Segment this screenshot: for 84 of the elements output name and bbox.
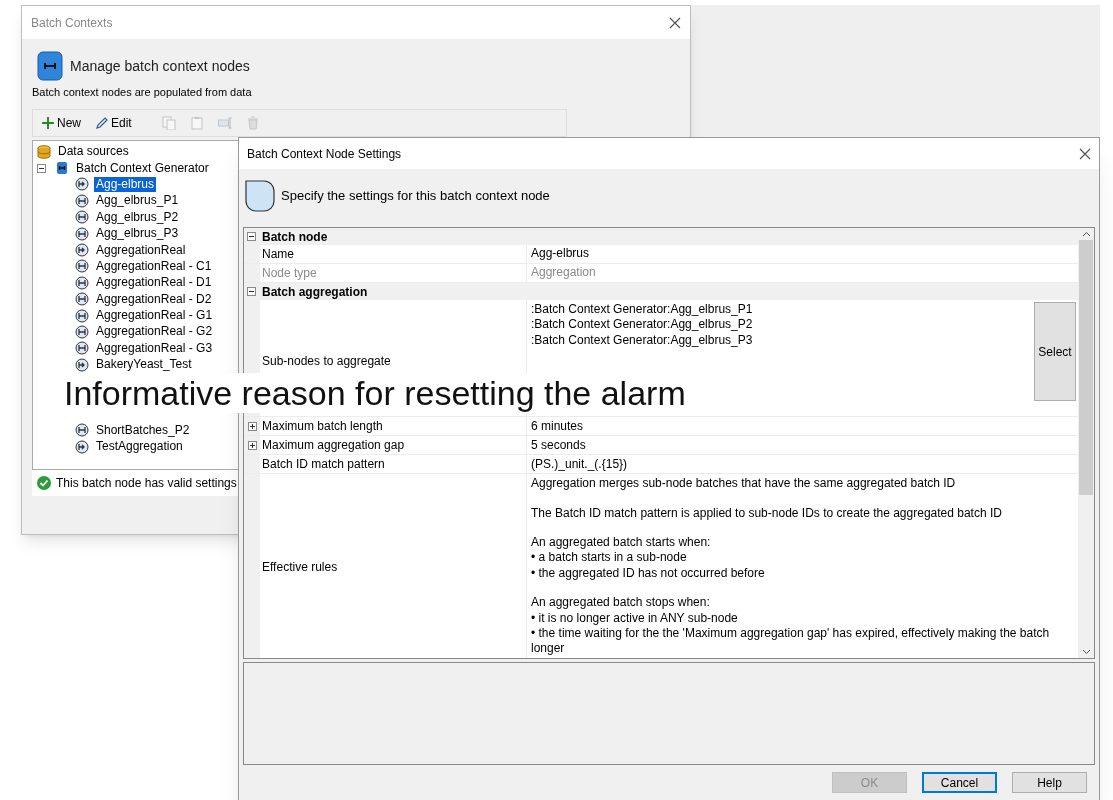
- property-value: :Batch Context Generator:Agg_elbrus_P1: [531, 302, 754, 318]
- batch-node-icon: [75, 341, 89, 356]
- property-value: • the time waiting for the the 'Maximum aggregation gap' has expired, effectively making the batch longer: [531, 626, 1051, 657]
- section-heading: Batch node: [262, 228, 328, 246]
- batch-generator-icon: [55, 161, 69, 176]
- close-icon: [669, 16, 681, 29]
- property-value: • a batch starts in a sub-node: [531, 550, 688, 566]
- scroll-down-icon: [1081, 649, 1091, 655]
- property-value: Agg-elbrus: [531, 246, 591, 262]
- property-value: • the aggregated ID has not occurred before: [531, 565, 766, 582]
- rename-icon: [217, 115, 232, 130]
- pencil-icon: [95, 115, 109, 130]
- window-title: Batch Context Node Settings: [247, 145, 402, 163]
- aggregation-node-icon: [75, 177, 89, 192]
- select-button[interactable]: Select: [1034, 302, 1076, 401]
- batch-node-icon: [75, 259, 89, 274]
- tree-item[interactable]: AggregationReal - G2: [94, 324, 215, 340]
- batch-node-icon: [75, 210, 89, 225]
- tree-item[interactable]: TestAggregation: [94, 439, 185, 455]
- clipboard-icon: [189, 115, 204, 130]
- dialog-heading: Manage batch context nodes: [70, 56, 250, 76]
- dialog-button[interactable]: Cancel: [922, 772, 997, 793]
- copy-icon: [161, 115, 176, 130]
- edit-button[interactable]: Edit: [95, 113, 132, 132]
- property-value: An aggregated batch starts when:: [531, 535, 712, 551]
- property-label: Batch ID match pattern: [262, 456, 385, 474]
- new-button[interactable]: New: [41, 113, 81, 132]
- aggregation-node-icon: [75, 243, 89, 258]
- batch-database-icon: [37, 51, 63, 81]
- batch-node-icon: [75, 226, 89, 241]
- property-value: :Batch Context Generator:Agg_elbrus_P3: [531, 332, 754, 349]
- batch-node-icon: [75, 308, 89, 323]
- window-title: Batch Contexts: [31, 14, 113, 32]
- property-label: Maximum aggregation gap: [262, 437, 405, 455]
- tree-item[interactable]: Agg-elbrus: [94, 176, 157, 192]
- property-value: 5 seconds: [531, 437, 587, 453]
- tree-item[interactable]: Data sources: [56, 144, 131, 160]
- close-icon: [1079, 147, 1091, 160]
- batch-node-icon: [75, 423, 89, 438]
- property-label: Sub-nodes to aggregate: [262, 353, 391, 370]
- tree-item[interactable]: ShortBatches_P2: [94, 422, 192, 438]
- property-value: Aggregation merges sub-node batches that have the same aggregated batch ID: [531, 476, 957, 492]
- property-label: Node type: [262, 265, 317, 282]
- tree-item[interactable]: BakeryYeast_Test: [94, 357, 194, 373]
- tree-item[interactable]: AggregationReal - D2: [94, 291, 214, 307]
- property-value: An aggregated batch stops when:: [531, 595, 711, 611]
- tree-item[interactable]: AggregationReal - G1: [94, 308, 215, 324]
- tree-item[interactable]: Agg_elbrus_P2: [94, 209, 181, 225]
- status-message: This batch node has valid settings: [56, 474, 237, 492]
- property-label: Maximum batch length: [262, 418, 383, 436]
- scroll-up-icon: [1081, 231, 1091, 237]
- database-icon: [37, 144, 51, 159]
- check-circle-icon: [37, 475, 51, 490]
- dialog-button[interactable]: Help: [1012, 772, 1087, 793]
- trash-icon: [245, 115, 260, 130]
- property-value: :Batch Context Generator:Agg_elbrus_P2: [531, 317, 754, 333]
- batch-node-icon: [75, 275, 89, 290]
- section-heading: Batch aggregation: [262, 283, 368, 301]
- plus-icon: [41, 115, 55, 130]
- batch-node-icon: [75, 325, 89, 339]
- tree-item[interactable]: AggregationReal - D1: [94, 275, 214, 291]
- property-label: Name: [262, 246, 294, 263]
- dialog-heading: Specify the settings for this batch context node: [281, 186, 550, 205]
- aggregation-node-icon: [75, 357, 89, 372]
- property-value: The Batch ID match pattern is applied to sub-node IDs to create the aggregated batch ID: [531, 505, 1003, 522]
- tree-item[interactable]: AggregationReal: [94, 242, 188, 258]
- tree-item[interactable]: Batch Context Generator: [74, 160, 211, 176]
- property-value: • it is no longer active in ANY sub-node: [531, 610, 739, 627]
- aggregation-node-icon: [75, 439, 89, 454]
- caption-text: Informative reason for resetting the alarm: [64, 374, 686, 412]
- batch-node-icon: [75, 292, 89, 307]
- property-value: (PS.)_unit._(.{15}): [531, 456, 629, 472]
- tree-item[interactable]: AggregationReal - C1: [94, 258, 214, 274]
- scrollbar[interactable]: [1078, 228, 1094, 658]
- batch-node-icon: [75, 193, 89, 208]
- dialog-description: Batch context nodes are populated from data: [31, 85, 253, 100]
- scroll-thumb[interactable]: [1079, 240, 1093, 495]
- tree-item[interactable]: Agg_elbrus_P3: [94, 226, 181, 242]
- property-value: 6 minutes: [531, 418, 585, 434]
- property-label: Effective rules: [262, 558, 338, 576]
- tree-item[interactable]: AggregationReal - G3: [94, 340, 215, 356]
- shield-icon: [245, 179, 275, 212]
- tree-item[interactable]: Agg_elbrus_P1: [94, 193, 181, 209]
- property-value: Aggregation: [531, 265, 597, 281]
